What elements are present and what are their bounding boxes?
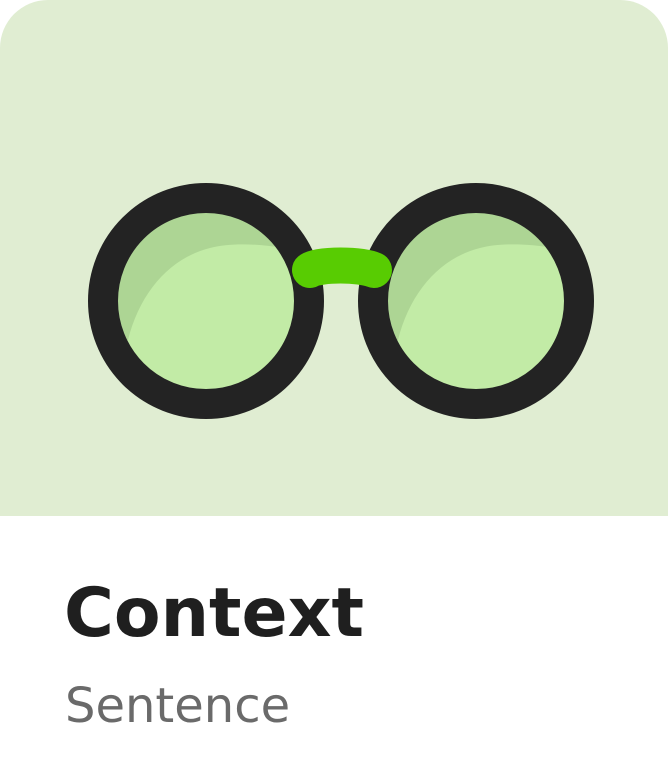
card-subtitle: Sentence [65,678,291,734]
glasses-bridge [292,247,392,288]
lesson-card[interactable]: Context Sentence [0,0,668,783]
left-lens [88,183,324,419]
right-lens [358,183,594,419]
card-illustration [0,0,668,516]
card-title: Context [64,574,365,653]
glasses-icon [0,0,668,516]
